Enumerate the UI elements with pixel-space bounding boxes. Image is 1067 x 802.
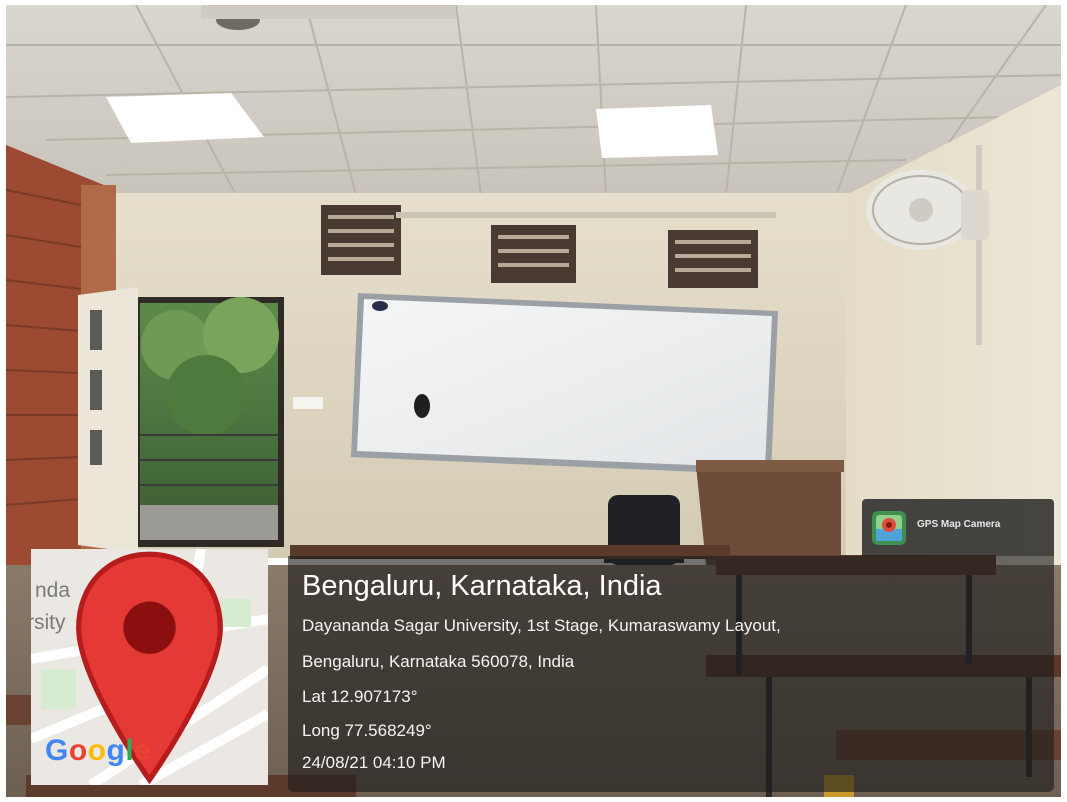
photo-frame: GPS Map Camera Bengaluru, Karnataka, Ind… xyxy=(0,0,1067,802)
address-line-2: Bengaluru, Karnataka 560078, India xyxy=(302,652,575,671)
gps-map-camera-app-icon xyxy=(872,511,906,545)
gps-map-camera-badge: GPS Map Camera xyxy=(862,499,1054,556)
location-info-panel: Bengaluru, Karnataka, India Dayananda Sa… xyxy=(288,556,1054,792)
timestamp: 24/08/21 04:10 PM xyxy=(302,753,446,772)
google-logo-letter: Google xyxy=(45,734,152,767)
address-line-1: Dayananda Sagar University, 1st Stage, K… xyxy=(302,616,781,635)
map-thumbnail: nda rsity Google xyxy=(31,549,268,785)
longitude: Long 77.568249° xyxy=(302,721,432,740)
latitude: Lat 12.907173° xyxy=(302,687,418,706)
classroom-photo: GPS Map Camera Bengaluru, Karnataka, Ind… xyxy=(6,5,1061,797)
google-logo: Google xyxy=(45,734,151,768)
city-line: Bengaluru, Karnataka, India xyxy=(302,570,662,602)
app-name: GPS Map Camera xyxy=(917,519,1001,530)
